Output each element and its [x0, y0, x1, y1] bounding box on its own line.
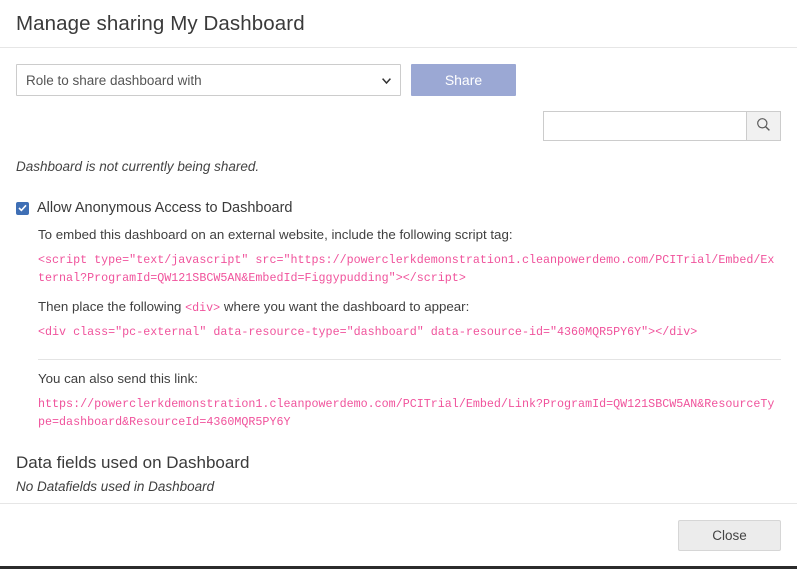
section-divider [38, 358, 781, 360]
anonymous-access-label: Allow Anonymous Access to Dashboard [37, 200, 293, 216]
share-status-text: Dashboard is not currently being shared. [16, 159, 260, 174]
embed-div-hint-before: Then place the following [38, 298, 186, 314]
embed-div-code: <div class="pc-external" data-resource-t… [38, 325, 698, 340]
dialog-body: Role to share dashboard with Share Dashb… [0, 48, 797, 503]
embed-div-hint-after: where you want the dashboard to appear: [220, 298, 470, 314]
role-select-value: Role to share dashboard with [26, 72, 202, 88]
anonymous-access-row[interactable]: Allow Anonymous Access to Dashboard [16, 200, 781, 216]
datafields-empty-text: No Datafields used in Dashboard [16, 479, 215, 495]
search-button[interactable] [746, 111, 781, 141]
embed-instructions: To embed this dashboard on an external w… [38, 225, 781, 431]
search-input[interactable] [543, 111, 746, 141]
chevron-down-icon [382, 78, 391, 84]
search-icon [756, 117, 771, 135]
close-button[interactable]: Close [678, 519, 781, 551]
role-select[interactable]: Role to share dashboard with [16, 64, 401, 96]
datafields-heading: Data fields used on Dashboard [16, 453, 250, 473]
embed-link-url: https://powerclerkdemonstration1.cleanpo… [38, 396, 775, 429]
embed-script-code: <script type="text/javascript" src="http… [38, 253, 775, 286]
manage-sharing-dialog: Manage sharing My Dashboard Role to shar… [0, 0, 797, 569]
page-title: Manage sharing My Dashboard [16, 11, 305, 35]
embed-script-hint: To embed this dashboard on an external w… [38, 227, 513, 242]
dialog-header: Manage sharing My Dashboard [0, 0, 797, 48]
embed-div-hint: Then place the following <div> where you… [38, 297, 781, 317]
embed-div-hint-code: <div> [185, 300, 221, 315]
share-button[interactable]: Share [411, 64, 516, 96]
anonymous-access-checkbox[interactable] [16, 201, 29, 215]
search-group [543, 111, 781, 141]
embed-link-hint: You can also send this link: [38, 370, 198, 386]
search-row [16, 111, 781, 141]
dialog-footer: Close [0, 503, 797, 566]
share-controls-row: Role to share dashboard with Share [16, 64, 781, 96]
